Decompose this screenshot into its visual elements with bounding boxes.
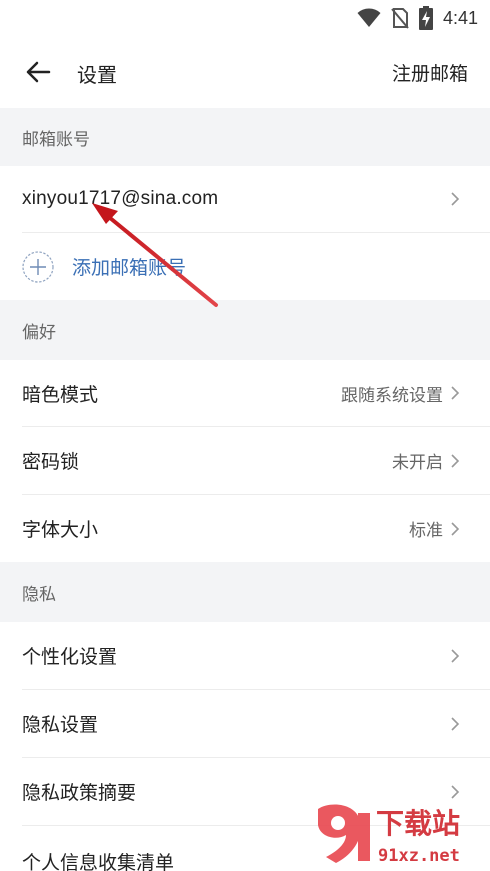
section-header-mail-accounts: 邮箱账号 xyxy=(0,108,490,166)
status-bar: 4:41 xyxy=(0,0,490,36)
watermark-domain: 91xz.net xyxy=(378,846,460,866)
settings-row-dark-mode[interactable]: 暗色模式 跟随系统设置 xyxy=(0,360,490,426)
app-header: 设置 注册邮箱 xyxy=(0,36,490,108)
row-label: 个性化设置 xyxy=(22,646,118,668)
chevron-right-icon xyxy=(451,648,460,663)
section-title: 邮箱账号 xyxy=(22,129,90,150)
no-sim-icon xyxy=(391,8,409,29)
chevron-right-icon xyxy=(451,716,460,731)
row-value: 跟随系统设置 xyxy=(341,385,443,406)
row-label: 字体大小 xyxy=(22,519,99,541)
row-label: 密码锁 xyxy=(22,451,80,473)
chevron-right-icon xyxy=(451,521,460,536)
register-mailbox-button[interactable]: 注册邮箱 xyxy=(392,59,468,86)
add-circle-icon xyxy=(22,250,54,283)
section-header-privacy: 隐私 xyxy=(0,562,490,622)
back-button[interactable] xyxy=(22,56,54,88)
row-value: 标准 xyxy=(409,521,443,541)
chevron-right-icon xyxy=(451,784,460,799)
section-title: 隐私 xyxy=(22,584,56,605)
chevron-right-icon xyxy=(451,192,460,206)
row-label: 个人信息收集清单 xyxy=(22,852,175,871)
chevron-right-icon xyxy=(451,453,460,468)
mail-account-row[interactable]: xinyou1717@sina.com xyxy=(0,166,490,232)
wifi-icon xyxy=(357,8,381,27)
battery-charging-icon xyxy=(418,6,433,30)
arrow-left-icon xyxy=(26,61,51,83)
row-label: 隐私政策摘要 xyxy=(22,782,137,804)
settings-row-passcode-lock[interactable]: 密码锁 未开启 xyxy=(0,427,490,494)
watermark-logo-icon: 下载站 91xz.net xyxy=(318,804,460,866)
page-title: 设置 xyxy=(77,63,117,87)
chevron-right-icon xyxy=(451,386,460,400)
add-account-label: 添加邮箱账号 xyxy=(72,257,187,279)
watermark-brand: 下载站 xyxy=(376,807,460,840)
section-header-preferences: 偏好 xyxy=(0,300,490,360)
account-email: xinyou1717@sina.com xyxy=(22,188,219,209)
settings-row-privacy-settings[interactable]: 隐私设置 xyxy=(0,690,490,757)
status-icons: 4:41 xyxy=(357,6,478,30)
section-title: 偏好 xyxy=(22,322,56,343)
add-mail-account-row[interactable]: 添加邮箱账号 xyxy=(0,233,490,300)
site-watermark: 下载站 91xz.net xyxy=(312,803,484,867)
settings-row-font-size[interactable]: 字体大小 标准 xyxy=(0,495,490,562)
settings-row-personalization[interactable]: 个性化设置 xyxy=(0,622,490,689)
row-value: 未开启 xyxy=(392,453,443,473)
row-label: 暗色模式 xyxy=(22,383,99,406)
row-label: 隐私设置 xyxy=(22,714,99,736)
status-time: 4:41 xyxy=(442,7,478,28)
